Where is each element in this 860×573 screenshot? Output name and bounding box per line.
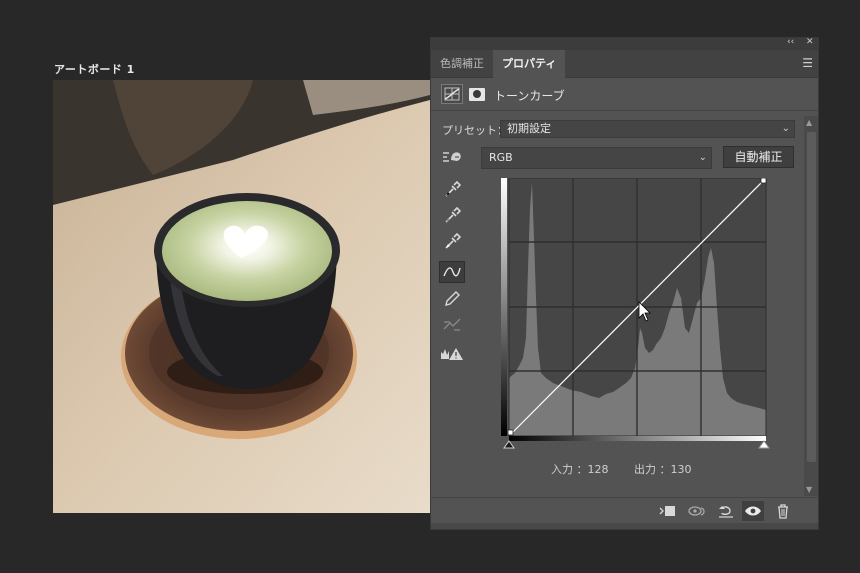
panel-scrollbar[interactable]: ▲ ▼ <box>804 116 818 496</box>
gray-eyedropper-icon[interactable] <box>439 205 465 227</box>
input-gradient-bar <box>509 436 766 441</box>
output-readout: 出力 ：130 <box>634 463 692 476</box>
curves-graph[interactable] <box>501 177 771 458</box>
input-readout: 入力 ：128 <box>551 463 609 476</box>
collapse-icon[interactable]: ‹‹ <box>787 37 794 47</box>
preset-label: プリセット： <box>442 124 508 137</box>
white-eyedropper-icon[interactable] <box>439 231 465 253</box>
panel-bottom-toolbar <box>431 497 818 523</box>
panel-resize-grip[interactable] <box>431 523 818 529</box>
channel-dropdown[interactable]: RGB ⌄ <box>481 147 712 169</box>
properties-panel: ‹‹ ✕ 色調補正 プロパティ ☰ トーンカーブ プリセット： 初期設定 ⌄ R… <box>430 37 819 530</box>
artboard-canvas[interactable] <box>53 80 430 513</box>
tab-adjustments[interactable]: 色調補正 <box>431 50 493 78</box>
preset-dropdown[interactable]: 初期設定 ⌄ <box>500 120 795 138</box>
visibility-eye-icon[interactable] <box>742 501 764 521</box>
black-eyedropper-icon[interactable] <box>439 179 465 201</box>
trash-icon[interactable] <box>772 501 794 521</box>
tab-properties[interactable]: プロパティ <box>493 50 566 78</box>
chevron-down-icon: ⌄ <box>781 123 790 134</box>
black-point-slider <box>503 440 515 449</box>
close-icon[interactable]: ✕ <box>806 37 814 47</box>
scroll-up-icon[interactable]: ▲ <box>806 118 812 127</box>
clip-to-layer-icon[interactable] <box>657 501 679 521</box>
scroll-down-icon[interactable]: ▼ <box>806 485 812 494</box>
reset-icon[interactable] <box>715 501 737 521</box>
preset-value: 初期設定 <box>507 122 551 135</box>
channel-value: RGB <box>489 151 513 164</box>
panel-tab-bar: 色調補正 プロパティ ☰ <box>431 50 818 78</box>
artboard-label: アートボード 1 <box>54 63 135 76</box>
clipping-warning-icon[interactable] <box>439 343 465 365</box>
smooth-icon[interactable] <box>439 314 465 336</box>
panel-title-bar[interactable]: ‹‹ ✕ <box>431 37 818 50</box>
panel-title: トーンカーブ <box>494 89 565 103</box>
curves-adjustment-icon <box>441 84 463 104</box>
output-gradient-bar <box>501 178 507 436</box>
pencil-icon[interactable] <box>439 288 465 310</box>
properties-header: トーンカーブ <box>431 78 818 111</box>
white-point-slider <box>758 440 770 449</box>
curve-point-icon[interactable] <box>439 261 465 283</box>
view-previous-icon[interactable] <box>686 501 708 521</box>
curve-point-white <box>760 177 767 184</box>
curve-point-black <box>507 429 514 436</box>
auto-button[interactable]: 自動補正 <box>723 146 794 168</box>
scroll-thumb[interactable] <box>807 132 816 462</box>
matcha-latte-photo <box>53 80 430 513</box>
panel-menu-icon[interactable]: ☰ <box>802 56 813 70</box>
layer-mask-icon[interactable] <box>469 88 485 101</box>
chevron-down-icon: ⌄ <box>698 152 707 163</box>
channel-pick-icon[interactable] <box>439 146 465 168</box>
